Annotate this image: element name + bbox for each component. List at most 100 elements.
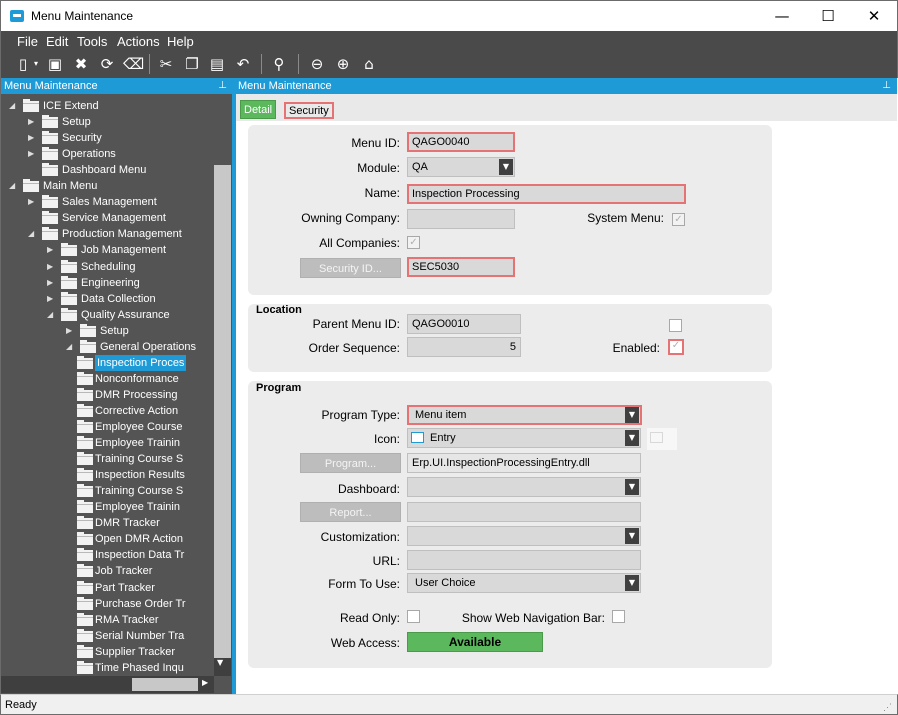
collapsed-arrow-icon[interactable]: ▶: [47, 242, 55, 258]
tree-item[interactable]: Inspection Results: [1, 467, 213, 483]
all-companies-checkbox[interactable]: ✓: [407, 236, 420, 249]
tree-item[interactable]: Supplier Tracker: [1, 644, 213, 660]
refresh-icon[interactable]: ⟳: [97, 54, 117, 74]
expanded-arrow-icon[interactable]: ◢: [9, 178, 17, 194]
tree-item[interactable]: Nonconformance: [1, 371, 213, 387]
tree-item[interactable]: ▶ Scheduling: [1, 259, 213, 275]
menu-actions[interactable]: Actions: [117, 34, 160, 49]
collapsed-arrow-icon[interactable]: ▶: [47, 275, 55, 291]
tree-item[interactable]: Employee Course: [1, 419, 213, 435]
dashboard-select[interactable]: ▼: [407, 477, 641, 497]
minimize-button[interactable]: —: [759, 1, 805, 31]
collapsed-arrow-icon[interactable]: ▶: [66, 323, 74, 339]
chevron-down-icon[interactable]: ▼: [499, 159, 513, 175]
copy-icon[interactable]: ❐: [182, 54, 202, 74]
tree-item[interactable]: Inspection Data Tr: [1, 547, 213, 563]
menu-id-field[interactable]: QAGO0040: [407, 132, 515, 152]
order-sequence-field[interactable]: 5: [407, 337, 521, 357]
tree-item[interactable]: ▶ Setup: [1, 323, 213, 339]
forward-icon[interactable]: ⊕: [333, 54, 353, 74]
tab-security[interactable]: Security: [284, 102, 334, 119]
tree-item[interactable]: ▶ Engineering: [1, 275, 213, 291]
web-access-badge[interactable]: Available: [407, 632, 543, 652]
tree-item[interactable]: Employee Trainin: [1, 435, 213, 451]
scroll-down-icon[interactable]: ▼: [217, 658, 223, 667]
tree-item[interactable]: ▶ Security: [1, 130, 213, 146]
expanded-arrow-icon[interactable]: ◢: [9, 98, 17, 114]
security-id-button[interactable]: Security ID...: [300, 258, 401, 278]
tree-item[interactable]: ◢ Main Menu: [1, 178, 213, 194]
tree-item[interactable]: Dashboard Menu: [1, 162, 213, 178]
show-web-nav-checkbox[interactable]: [612, 610, 625, 623]
menu-help[interactable]: Help: [167, 34, 194, 49]
clear-icon[interactable]: ⌫: [123, 54, 144, 74]
owning-company-field[interactable]: [407, 209, 515, 229]
parent-menu-id-field[interactable]: QAGO0010: [407, 314, 521, 334]
collapsed-arrow-icon[interactable]: ▶: [28, 146, 36, 162]
tree-item[interactable]: Part Tracker: [1, 580, 213, 596]
back-icon[interactable]: ⊖: [307, 54, 327, 74]
tree-item[interactable]: Training Course S: [1, 451, 213, 467]
tree-item[interactable]: Serial Number Tra: [1, 628, 213, 644]
icon-select[interactable]: Entry ▼: [407, 428, 641, 448]
expanded-arrow-icon[interactable]: ◢: [47, 307, 55, 323]
tree-item[interactable]: DMR Tracker: [1, 515, 213, 531]
search-icon[interactable]: ⚲: [269, 54, 289, 74]
collapsed-arrow-icon[interactable]: ▶: [28, 130, 36, 146]
new-icon[interactable]: ▯: [13, 54, 33, 74]
tree-item[interactable]: ▶ Sales Management: [1, 194, 213, 210]
collapsed-arrow-icon[interactable]: ▶: [47, 259, 55, 275]
menu-file[interactable]: File: [17, 34, 38, 49]
tree-item[interactable]: Open DMR Action: [1, 531, 213, 547]
home-icon[interactable]: ⌂: [359, 54, 379, 74]
tree-item[interactable]: ◢ Quality Assurance: [1, 307, 213, 323]
scroll-right-icon[interactable]: ▶: [202, 678, 208, 687]
tree-horizontal-scroll-thumb[interactable]: [132, 678, 198, 691]
delete-icon[interactable]: ✖: [71, 54, 91, 74]
chevron-down-icon[interactable]: ▼: [625, 528, 639, 544]
location-checkbox[interactable]: [669, 319, 682, 332]
report-field[interactable]: [407, 502, 641, 522]
pin-icon[interactable]: ⊥: [218, 78, 227, 94]
paste-icon[interactable]: ▤: [207, 54, 227, 74]
enabled-checkbox[interactable]: ✓: [668, 339, 684, 355]
program-button[interactable]: Program...: [300, 453, 401, 473]
read-only-checkbox[interactable]: [407, 610, 420, 623]
tree-item[interactable]: Service Management: [1, 210, 213, 226]
tree-item[interactable]: ▶ Data Collection: [1, 291, 213, 307]
tree-item[interactable]: DMR Processing: [1, 387, 213, 403]
collapsed-arrow-icon[interactable]: ▶: [28, 194, 36, 210]
cut-icon[interactable]: ✂: [156, 54, 176, 74]
chevron-down-icon[interactable]: ▼: [625, 430, 639, 446]
tree-item[interactable]: Inspection Proces: [1, 354, 213, 371]
tree-item[interactable]: Employee Trainin: [1, 499, 213, 515]
menu-edit[interactable]: Edit: [46, 34, 68, 49]
close-button[interactable]: ✕: [851, 1, 897, 31]
save-icon[interactable]: ▣: [45, 54, 65, 74]
tree-item[interactable]: Corrective Action: [1, 403, 213, 419]
module-select[interactable]: QA ▼: [407, 157, 515, 177]
pin-icon[interactable]: ⊥: [882, 78, 891, 94]
expanded-arrow-icon[interactable]: ◢: [66, 339, 74, 355]
tab-detail[interactable]: Detail: [240, 100, 277, 119]
menu-tools[interactable]: Tools: [77, 34, 107, 49]
url-field[interactable]: [407, 550, 641, 570]
undo-icon[interactable]: ↶: [233, 54, 253, 74]
tree-item[interactable]: ◢ General Operations: [1, 339, 213, 355]
maximize-button[interactable]: ☐: [805, 1, 851, 31]
resize-grip-icon[interactable]: ⋰: [883, 702, 893, 712]
tree-item[interactable]: Purchase Order Tr: [1, 596, 213, 612]
name-field[interactable]: Inspection Processing: [407, 184, 686, 204]
tree-item[interactable]: ▶ Job Management: [1, 242, 213, 258]
collapsed-arrow-icon[interactable]: ▶: [47, 291, 55, 307]
program-type-select[interactable]: Menu item ▼: [407, 405, 642, 425]
tree-item[interactable]: Time Phased Inqu: [1, 660, 213, 676]
tree-item[interactable]: ◢ ICE Extend: [1, 98, 213, 114]
chevron-down-icon[interactable]: ▼: [625, 407, 639, 423]
new-dropdown-icon[interactable]: ▾: [31, 54, 41, 74]
chevron-down-icon[interactable]: ▼: [625, 575, 639, 591]
tree-item[interactable]: ▶ Setup: [1, 114, 213, 130]
chevron-down-icon[interactable]: ▼: [625, 479, 639, 495]
security-id-field[interactable]: SEC5030: [407, 257, 515, 277]
tree-item[interactable]: RMA Tracker: [1, 612, 213, 628]
